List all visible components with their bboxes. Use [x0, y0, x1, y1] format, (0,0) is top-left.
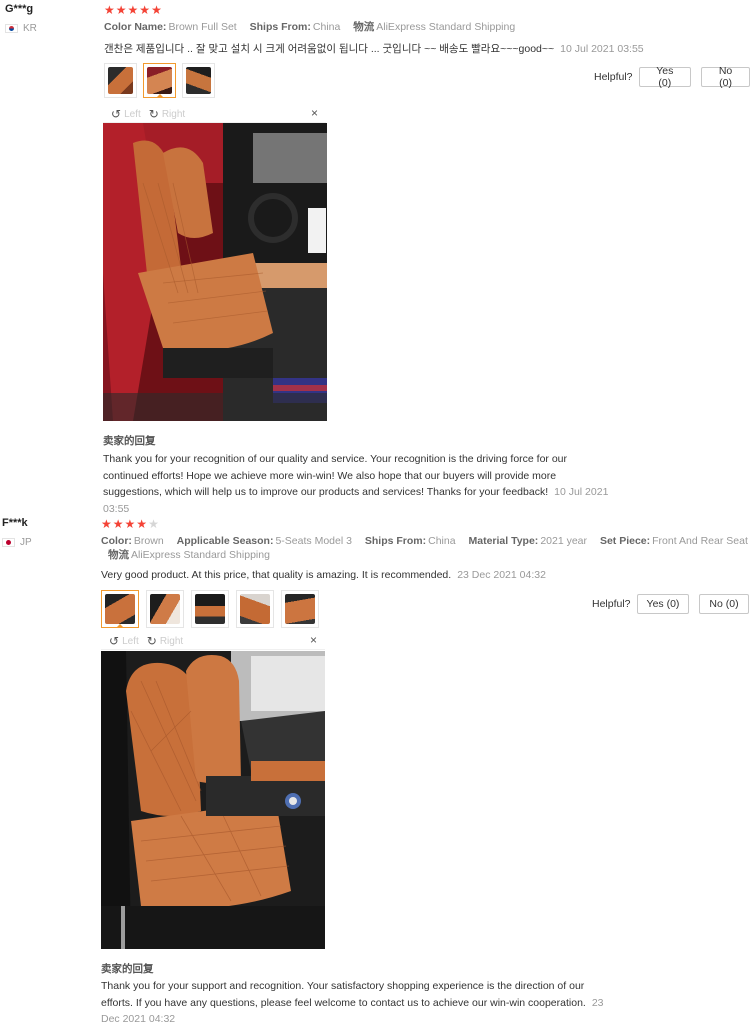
helpful-votes: Helpful? Yes (0) No (0)	[592, 594, 749, 614]
feedback-text: Very good product. At this price, that q…	[101, 569, 452, 581]
attr-value: 2021 year	[540, 535, 588, 547]
attr-label: 物流	[108, 549, 129, 561]
review-date: 23 Dec 2021 04:32	[457, 569, 546, 581]
star-icon: ★	[136, 517, 148, 531]
star-icon: ★	[139, 3, 151, 17]
photo-thumbnail[interactable]	[182, 63, 215, 98]
seller-reply-line: Thank you for your recognition of our qu…	[103, 453, 568, 465]
review-text: 갠찬은 제품입니다 .. 잘 맞고 설치 시 크게 어려움없이 됩니다 ... …	[104, 41, 644, 56]
attr-value: China	[428, 535, 456, 547]
reviewer-country: JP	[2, 537, 32, 548]
star-icon: ★	[104, 3, 115, 17]
star-rating: ★ ★ ★ ★ ★	[101, 518, 159, 530]
country-code: JP	[20, 537, 32, 548]
star-empty-icon: ★	[148, 517, 159, 531]
photo-thumbnail[interactable]	[281, 590, 319, 628]
photo-thumbnail[interactable]	[146, 590, 184, 628]
photo-thumbnails	[104, 63, 215, 98]
sku-attributes-line2: 物流 AliExpress Standard Shipping	[108, 547, 280, 563]
attr-label: Ships From:	[364, 535, 427, 547]
review-text: Very good product. At this price, that q…	[101, 569, 546, 581]
seller-reply-line: Thank you for your support and recogniti…	[101, 980, 585, 992]
rotate-left-label: Left	[122, 635, 139, 647]
close-icon[interactable]: ×	[310, 633, 317, 647]
seller-reply-text: Thank you for your recognition of our qu…	[103, 451, 663, 517]
star-rating: ★ ★ ★ ★ ★	[104, 4, 162, 16]
rotate-right-button[interactable]: ↻ Right	[149, 107, 185, 121]
seller-reply-date: 23	[591, 996, 604, 1009]
car-seat-photo	[101, 651, 325, 949]
review-date: 10 Jul 2021 03:55	[560, 43, 644, 55]
helpful-label: Helpful?	[594, 71, 633, 83]
attr-value: 5-Seats Model 3	[275, 535, 352, 547]
rotate-right-label: Right	[161, 108, 186, 120]
rotate-right-button[interactable]: ↻ Right	[147, 634, 183, 648]
close-icon[interactable]: ×	[311, 106, 318, 120]
star-icon: ★	[127, 3, 139, 17]
rotate-left-icon: ↺	[111, 107, 122, 121]
helpful-label: Helpful?	[592, 598, 631, 610]
rotate-right-icon: ↻	[146, 634, 157, 648]
star-icon: ★	[151, 3, 162, 17]
rotate-right-icon: ↻	[148, 107, 159, 121]
rotate-left-label: Left	[124, 108, 141, 120]
image-viewer-toolbar: ↺ Left ↻ Right ×	[101, 633, 325, 650]
seller-reply-title: 卖家的回复	[103, 435, 156, 447]
attr-label: 物流	[353, 21, 375, 33]
seller-reply-time: Dec 2021 04:32	[101, 1013, 176, 1025]
sku-attributes: Color Name: Brown Full Set Ships From: Chi…	[104, 19, 525, 35]
attr-label: Color Name:	[104, 21, 167, 33]
seller-reply-line: suggestions, which will help us to impro…	[103, 486, 549, 498]
review-photo[interactable]	[101, 651, 325, 949]
attr-value: AliExpress Standard Shipping	[131, 549, 270, 561]
seller-reply-title: 卖家的回复	[101, 963, 154, 975]
photo-thumbnail-active[interactable]	[101, 590, 139, 628]
helpful-yes-button[interactable]: Yes (0)	[636, 594, 690, 614]
attr-label: Color:	[101, 535, 132, 547]
flag-kr-icon	[5, 24, 18, 33]
reviewer-country: KR	[5, 23, 37, 34]
attr-label: Applicable Season:	[176, 535, 274, 547]
seller-reply-line: efforts. If you have any questions, plea…	[101, 996, 586, 1009]
attr-value: Brown Full Set	[168, 21, 237, 33]
attr-label: Ships From:	[249, 21, 311, 33]
reviewer-name: G***g	[5, 3, 34, 15]
photo-thumbnail[interactable]	[104, 63, 137, 98]
photo-thumbnail[interactable]	[191, 590, 229, 628]
rotate-left-icon: ↺	[109, 634, 120, 648]
reviewer-name: F***k	[2, 517, 28, 529]
star-icon: ★	[112, 517, 124, 531]
attr-value: China	[312, 21, 341, 33]
attr-value: AliExpress Standard Shipping	[376, 21, 516, 33]
country-code: KR	[23, 23, 37, 34]
seller-reply-text: Thank you for your support and recogniti…	[101, 978, 661, 1028]
helpful-votes: Helpful? Yes (0) No (0)	[594, 65, 750, 89]
car-seat-photo	[103, 123, 327, 421]
star-icon: ★	[101, 517, 112, 531]
image-viewer-toolbar: ↺ Left ↻ Right ×	[103, 106, 326, 123]
seller-reply-date: 10 Jul 2021	[554, 486, 609, 498]
flag-jp-icon	[2, 538, 15, 547]
attr-label: Set Piece:	[599, 535, 651, 547]
attr-value: Front And Rear Seat	[652, 535, 748, 547]
rotate-left-button[interactable]: ↺ Left	[111, 107, 141, 121]
rotate-left-button[interactable]: ↺ Left	[109, 634, 139, 648]
helpful-yes-button[interactable]: Yes (0)	[638, 65, 692, 89]
seller-reply-time: 03:55	[103, 502, 130, 515]
review-photo[interactable]	[103, 123, 327, 421]
star-icon: ★	[115, 3, 127, 17]
feedback-text: 갠찬은 제품입니다 .. 잘 맞고 설치 시 크게 어려움없이 됩니다 ... …	[104, 43, 555, 55]
helpful-no-button[interactable]: No (0)	[701, 65, 750, 89]
seller-reply-line: continued efforts! Hope we achieve more …	[103, 469, 557, 482]
photo-thumbnail-active[interactable]	[143, 63, 176, 98]
attr-value: Brown	[133, 535, 164, 547]
photo-thumbnails	[101, 590, 319, 628]
rotate-right-label: Right	[159, 635, 184, 647]
attr-label: Material Type:	[468, 535, 539, 547]
helpful-no-button[interactable]: No (0)	[699, 594, 749, 614]
photo-thumbnail[interactable]	[236, 590, 274, 628]
star-icon: ★	[124, 517, 136, 531]
